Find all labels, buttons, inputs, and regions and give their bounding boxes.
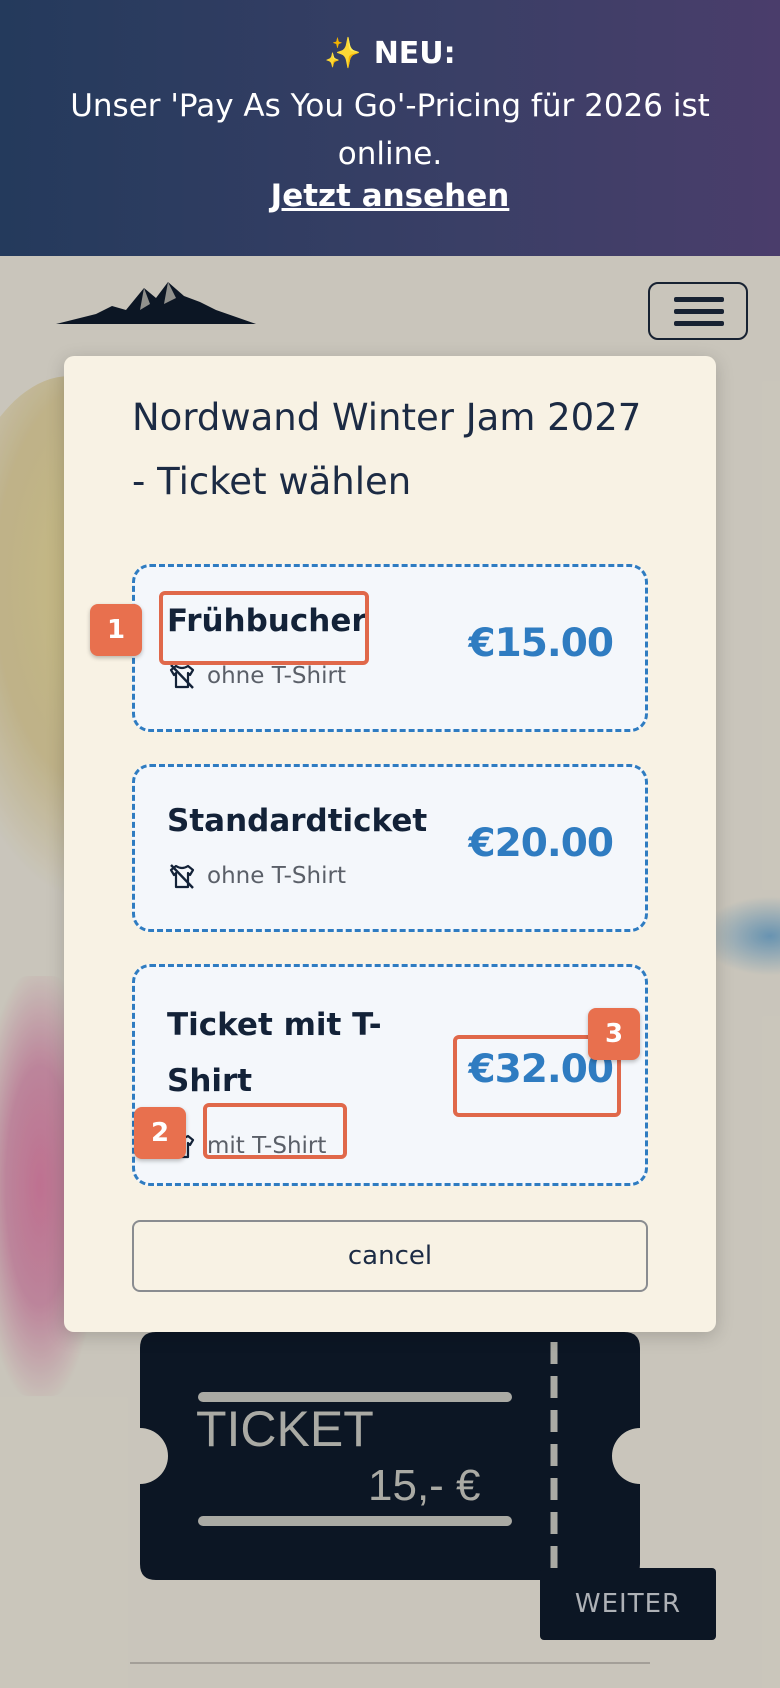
banner-link[interactable]: Jetzt ansehen bbox=[0, 178, 780, 214]
ticket-option-price: €15.00 bbox=[468, 621, 614, 666]
no-shirt-icon bbox=[169, 864, 195, 889]
ticket-option-name: Ticket mit T-Shirt bbox=[167, 1007, 382, 1099]
annotation-highlight bbox=[159, 591, 369, 665]
ticket-option-subtitle: ohne T-Shirt bbox=[167, 861, 346, 891]
ticket-option-subtitle: ohne T-Shirt bbox=[167, 661, 346, 691]
sparkle-icon: ✨ bbox=[324, 36, 362, 71]
annotation-marker: 3 bbox=[588, 1008, 640, 1060]
ticket-option-standard[interactable]: Standardticket ohne T-Shirt €20.00 bbox=[132, 764, 648, 932]
annotation-marker: 2 bbox=[134, 1107, 186, 1159]
no-shirt-icon bbox=[169, 664, 195, 689]
banner-heading: ✨ NEU: bbox=[0, 36, 780, 71]
subtitle-text: ohne T-Shirt bbox=[207, 863, 346, 889]
ticket-option-price: €20.00 bbox=[468, 821, 614, 866]
banner-label: NEU: bbox=[373, 36, 456, 71]
ticket-option-name: Standardticket bbox=[167, 803, 428, 839]
banner-message: Unser 'Pay As You Go'-Pricing für 2026 i… bbox=[70, 88, 710, 172]
modal-title: Nordwand Winter Jam 2027 - Ticket wählen bbox=[132, 396, 642, 503]
announcement-banner: ✨ NEU: Unser 'Pay As You Go'-Pricing für … bbox=[0, 0, 780, 256]
annotation-marker: 1 bbox=[90, 604, 142, 656]
ticket-select-modal: Nordwand Winter Jam 2027 - Ticket wählen… bbox=[64, 356, 716, 1332]
cancel-button[interactable]: cancel bbox=[132, 1220, 648, 1292]
subtitle-text: ohne T-Shirt bbox=[207, 663, 346, 689]
annotation-highlight bbox=[203, 1103, 347, 1159]
